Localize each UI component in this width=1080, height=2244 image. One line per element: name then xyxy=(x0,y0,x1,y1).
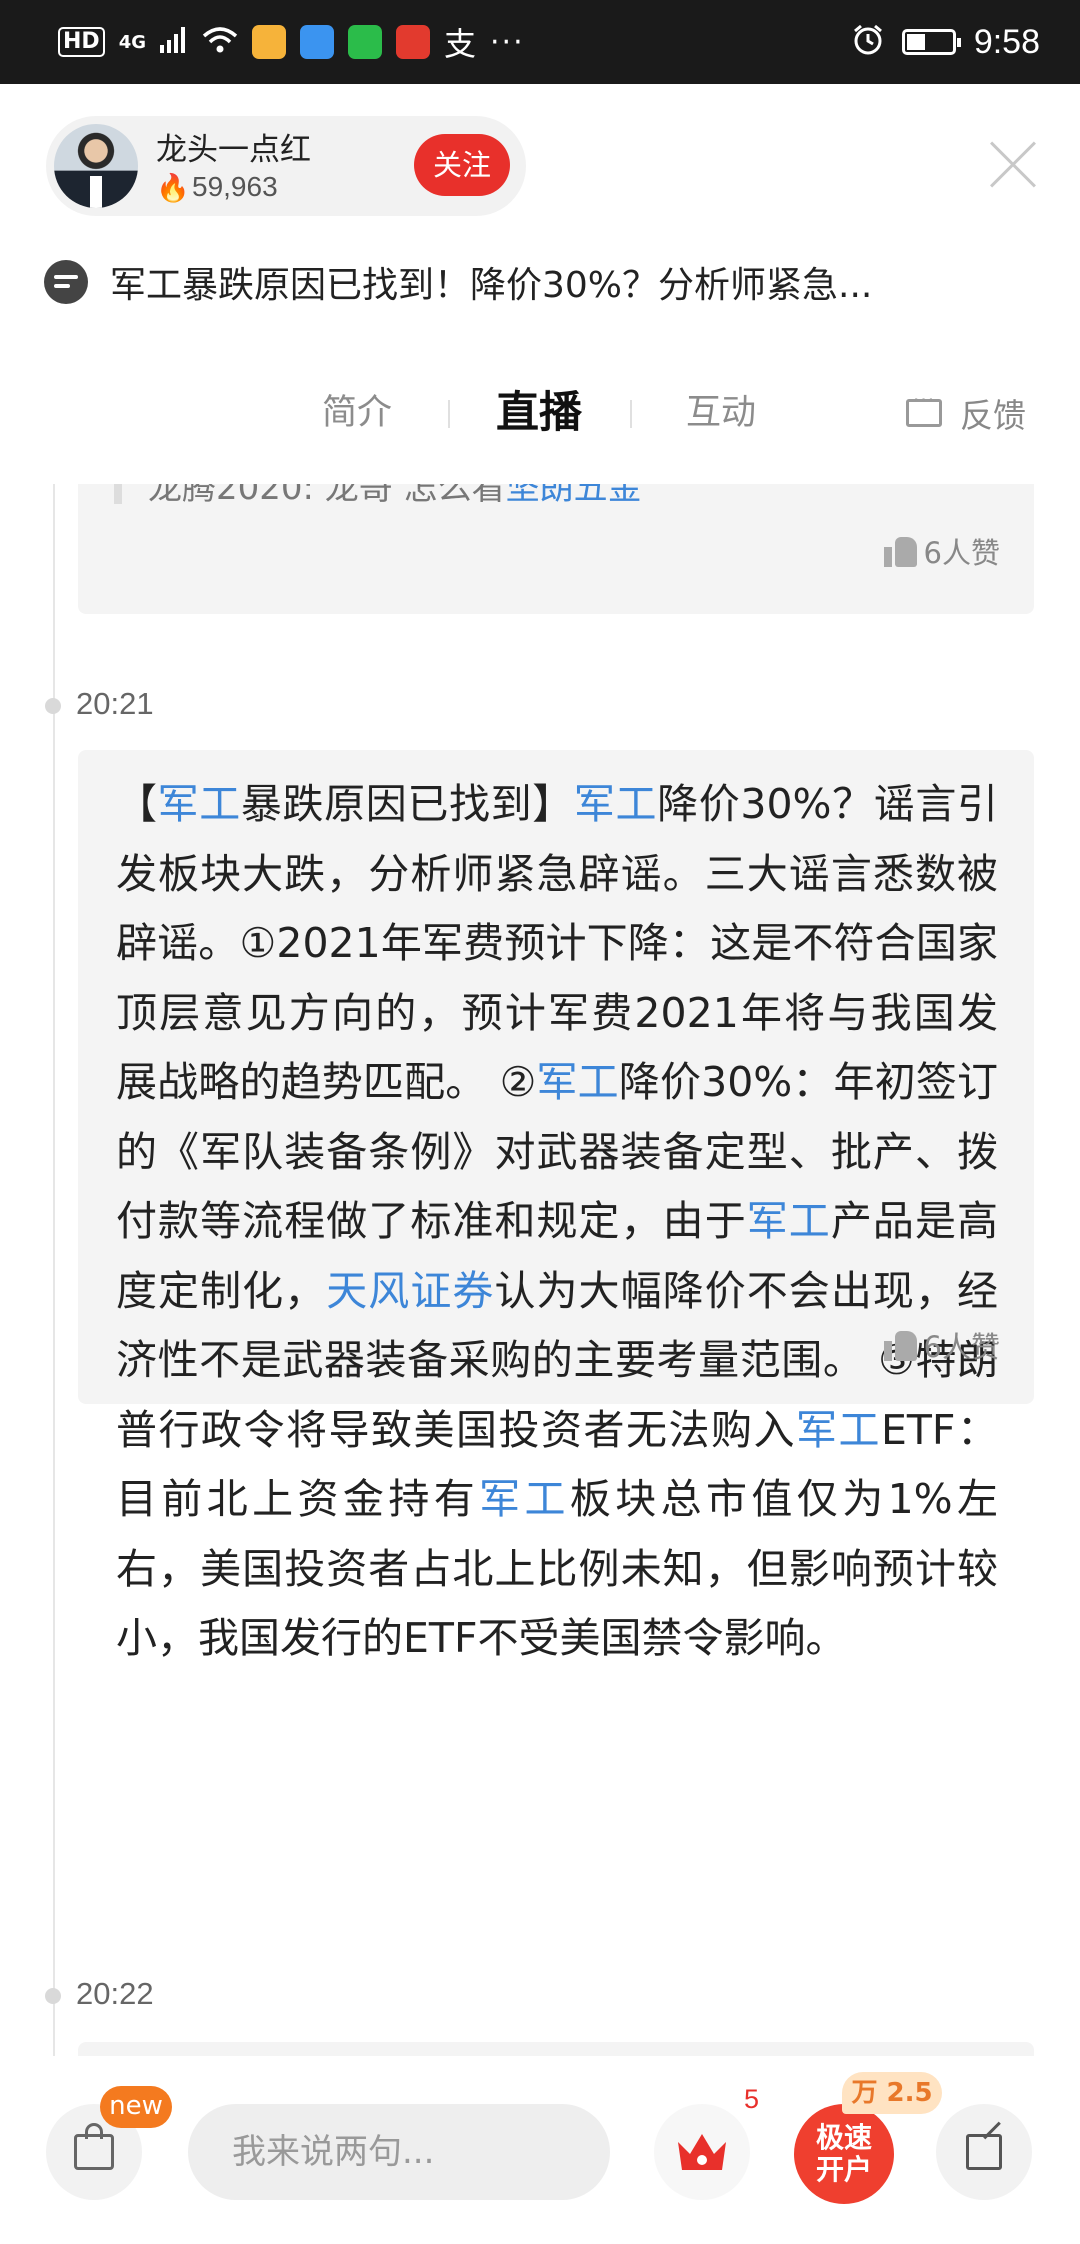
stock-link[interactable]: 军工 xyxy=(536,1058,618,1106)
comment-input[interactable]: 我来说两句... xyxy=(188,2104,610,2200)
live-headline: 军工暴跌原因已找到！降价30%？分析师紧急... xyxy=(44,252,1044,312)
post-time: 20:22 xyxy=(76,1976,154,2011)
post-text-segment: 【 xyxy=(116,780,158,828)
like-button[interactable]: 6人赞 xyxy=(883,1324,1000,1366)
gift-count: 5 xyxy=(744,2084,760,2114)
headline-text: 军工暴跌原因已找到！降价30%？分析师紧急... xyxy=(110,265,873,306)
post-text: 【军工暴跌原因已找到】军工降价30%？谣言引发板块大跌，分析师紧急辟谣。三大谣言… xyxy=(116,770,998,1674)
post-time: 20:21 xyxy=(76,686,154,721)
comment-placeholder: 我来说两句... xyxy=(232,2132,435,2172)
author-name: 龙头一点红 xyxy=(156,132,311,168)
alipay-icon: 支 xyxy=(444,25,477,63)
follow-button[interactable]: 关注 xyxy=(414,134,510,196)
tab-bar: 简介 直播 互动 反馈 xyxy=(0,378,1080,448)
post-card: 【军工暴跌原因已找到】军工降价30%？谣言引发板块大跌，分析师紧急辟谣。三大谣言… xyxy=(78,750,1034,1662)
signal-icon xyxy=(160,27,188,57)
gift-button[interactable] xyxy=(654,2104,750,2200)
thumbs-up-icon xyxy=(883,535,918,567)
feedback-icon xyxy=(906,388,942,427)
wifi-icon xyxy=(202,26,238,58)
post-text-segment: 暴跌原因已找到】 xyxy=(240,780,574,828)
status-left: HD 4G 支 ··· xyxy=(58,18,525,66)
timeline-line xyxy=(53,484,55,2056)
quoted-comment: 龙腾2020: 龙哥 怎么看坚朗五金 xyxy=(148,484,642,509)
battery-icon xyxy=(901,29,961,55)
commission-badge: 万 2.5 xyxy=(842,2072,942,2114)
network-indicator: 4G xyxy=(118,31,146,53)
app-notification-icon xyxy=(300,25,334,59)
clock: 9:58 xyxy=(973,22,1040,61)
like-button[interactable]: 6人赞 xyxy=(883,530,1000,572)
more-notifications-icon: ··· xyxy=(490,24,525,60)
hd-indicator: HD xyxy=(58,27,105,57)
status-right: 9:58 xyxy=(852,18,1040,66)
app-notification-icon xyxy=(252,25,286,59)
like-count: 6人赞 xyxy=(923,536,1000,570)
app-notification-icon xyxy=(396,25,430,59)
fire-icon: 🔥 xyxy=(156,173,190,204)
message-icon xyxy=(44,260,88,304)
tab-live[interactable]: 直播 xyxy=(496,378,582,448)
stock-link[interactable]: 坚朗五金 xyxy=(506,484,642,508)
tab-interact[interactable]: 互动 xyxy=(686,378,756,448)
tab-divider xyxy=(448,400,450,428)
tab-intro[interactable]: 简介 xyxy=(322,378,392,448)
stock-link[interactable]: 军工 xyxy=(158,780,241,828)
quoted-comment-text: 龙腾2020: 龙哥 怎么看 xyxy=(148,484,506,508)
new-badge: new xyxy=(100,2086,172,2128)
crown-icon xyxy=(678,2134,726,2170)
shopping-bag-icon xyxy=(74,2123,114,2170)
open-account-button[interactable]: 极速 开户 xyxy=(794,2104,894,2204)
stock-link[interactable]: 军工 xyxy=(747,1197,831,1245)
bottom-bar: new 我来说两句... 5 极速 开户 万 2.5 xyxy=(0,2056,1080,2244)
like-count: 6人赞 xyxy=(923,1330,1000,1364)
next-post-card xyxy=(78,2042,1034,2056)
stock-link[interactable]: 天风证券 xyxy=(326,1267,494,1315)
tab-divider xyxy=(630,400,632,428)
quote-bar xyxy=(114,484,122,504)
live-feed[interactable]: 龙腾2020: 龙哥 怎么看坚朗五金 6人赞 20:21 【军工暴跌原因已找到】… xyxy=(0,484,1080,2056)
open-account-label: 开户 xyxy=(815,2153,872,2186)
feedback-button[interactable]: 反馈 xyxy=(906,388,1026,436)
stock-link[interactable]: 军工 xyxy=(574,780,657,828)
close-icon[interactable] xyxy=(988,140,1038,190)
prev-post-card: 龙腾2020: 龙哥 怎么看坚朗五金 6人赞 xyxy=(78,484,1034,614)
status-bar: HD 4G 支 ··· 9:58 xyxy=(0,0,1080,84)
fans-count: 59,963 xyxy=(192,171,278,202)
author-card[interactable]: 龙头一点红 🔥 59,963 关注 xyxy=(46,116,526,216)
stock-link[interactable]: 军工 xyxy=(479,1475,570,1523)
thumbs-up-icon xyxy=(883,1329,918,1361)
stock-link[interactable]: 军工 xyxy=(796,1406,881,1454)
app-notification-icon xyxy=(348,25,382,59)
alarm-icon xyxy=(852,24,884,60)
avatar[interactable] xyxy=(54,124,138,208)
share-button[interactable] xyxy=(936,2104,1032,2200)
share-icon xyxy=(966,2134,1002,2170)
feedback-label: 反馈 xyxy=(960,396,1026,435)
timeline-dot xyxy=(45,698,61,714)
timeline-dot xyxy=(45,1988,61,2004)
